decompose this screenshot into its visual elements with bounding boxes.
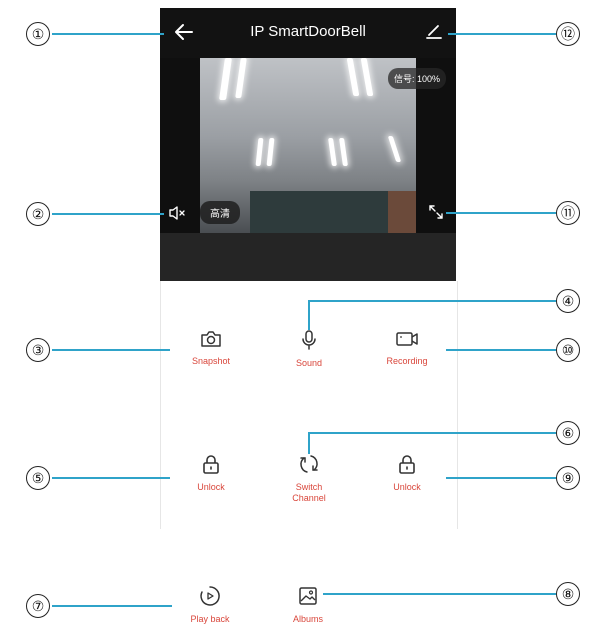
app-header: IP SmartDoorBell xyxy=(160,8,456,58)
callout-line-6 xyxy=(308,432,556,434)
callout-2: ② xyxy=(26,202,50,226)
snapshot-button[interactable]: Snapshot xyxy=(166,329,256,367)
switch-arrows-icon xyxy=(300,455,318,473)
callout-line-12 xyxy=(448,33,556,35)
page-title: IP SmartDoorBell xyxy=(250,23,366,40)
callout-11: ⑪ xyxy=(556,201,580,225)
callout-4: ④ xyxy=(556,289,580,313)
callout-line-10 xyxy=(446,349,556,351)
lock-icon xyxy=(399,455,415,474)
signal-strength-badge: 信号: 100% xyxy=(387,68,446,89)
callout-line-4 xyxy=(308,300,556,302)
callout-6: ⑥ xyxy=(556,421,580,445)
camera-icon xyxy=(201,331,221,347)
playback-button[interactable]: Play back xyxy=(165,585,255,625)
video-camera-icon xyxy=(396,332,418,346)
image-icon xyxy=(299,587,317,605)
albums-button[interactable]: Albums xyxy=(263,585,353,625)
callout-9: ⑨ xyxy=(556,466,580,490)
callout-line-9 xyxy=(446,477,556,479)
sound-label: Sound xyxy=(295,358,323,368)
unlock-right-button[interactable]: Unlock xyxy=(362,453,452,493)
callout-line-11 xyxy=(446,212,556,214)
callout-line-3 xyxy=(52,349,170,351)
callout-line-6-vertical xyxy=(308,432,310,454)
callout-1: ① xyxy=(26,22,50,46)
callout-line-1 xyxy=(52,33,164,35)
callout-5: ⑤ xyxy=(26,466,50,490)
video-footer-strip xyxy=(160,233,456,281)
playback-label: Play back xyxy=(190,614,230,624)
recording-label: Recording xyxy=(386,356,428,366)
callout-12: ⑫ xyxy=(556,22,580,46)
callout-line-5 xyxy=(52,477,170,479)
callout-line-7 xyxy=(52,605,172,607)
unlock-left-button[interactable]: Unlock xyxy=(166,453,256,493)
fullscreen-icon[interactable] xyxy=(428,204,444,220)
recording-button[interactable]: Recording xyxy=(362,329,452,367)
playback-icon xyxy=(200,586,220,606)
callout-3: ③ xyxy=(26,338,50,362)
sound-button[interactable]: Sound xyxy=(264,329,354,369)
quality-toggle-button[interactable]: 高清 xyxy=(200,201,240,224)
switch-channel-button[interactable]: Switch Channel xyxy=(264,453,354,504)
microphone-icon xyxy=(302,330,316,350)
camera-live-view[interactable]: 信号: 100% 高清 xyxy=(160,58,456,233)
pencil-icon[interactable] xyxy=(424,21,444,41)
unlock-left-label: Unlock xyxy=(197,482,225,492)
lock-icon xyxy=(203,455,219,474)
callout-8: ⑧ xyxy=(556,582,580,606)
callout-10: ⑩ xyxy=(556,338,580,362)
callout-line-4-vertical xyxy=(308,300,310,330)
snapshot-label: Snapshot xyxy=(191,356,231,366)
unlock-right-label: Unlock xyxy=(393,482,421,492)
callout-line-8 xyxy=(323,593,556,595)
albums-label: Albums xyxy=(292,614,323,624)
switch-channel-label: Switch Channel xyxy=(292,482,326,503)
speaker-mute-icon[interactable] xyxy=(168,205,186,221)
callout-line-2 xyxy=(52,213,164,215)
callout-7: ⑦ xyxy=(26,594,50,618)
